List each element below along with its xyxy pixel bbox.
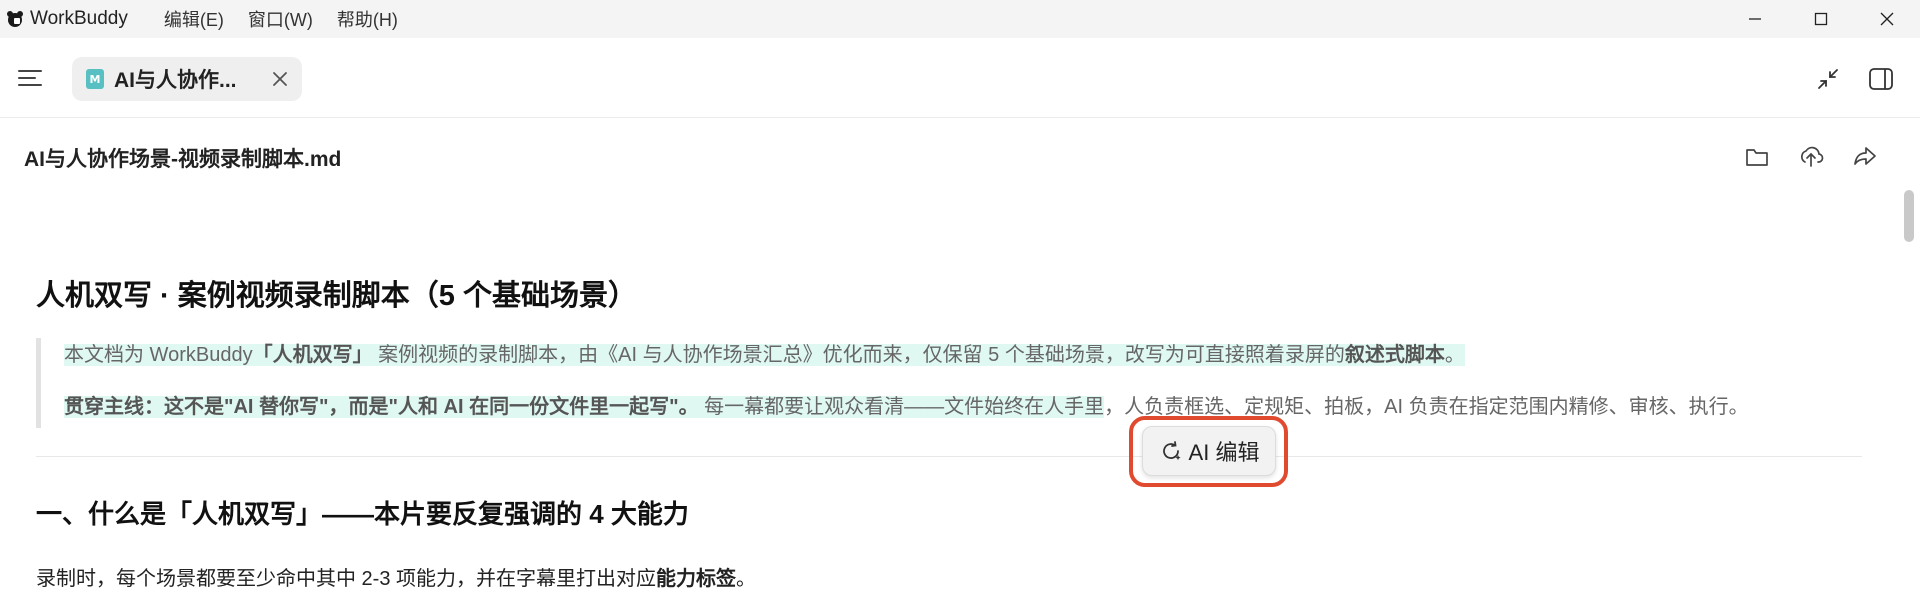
quote-bold: 叙述式脚本	[1344, 344, 1445, 366]
quote-text: 案例视频的录制脚本，由《AI 与人协作场景汇总》优化而来，仅保留 5 个基础场景…	[372, 344, 1345, 366]
side-panel-toggle-button[interactable]	[1868, 66, 1894, 92]
quote-text: 本文档为 WorkBuddy	[64, 344, 253, 366]
quote-bold: 贯穿主线：这不是"AI 替你写"，而是"人和 AI 在同一份文件里一起写"。	[64, 396, 699, 418]
paragraph-text: 录制时，每个场景都要至少命中其中 2-3 项能力，并在字幕里打出对应	[36, 568, 657, 590]
folder-icon	[1746, 149, 1768, 166]
quote-text: 每一幕都要让观众看清——文件始终在人手里	[698, 396, 1105, 418]
refresh-sparkle-icon	[1162, 441, 1181, 461]
maximize-icon	[1814, 12, 1828, 26]
collapse-button[interactable]	[1815, 66, 1841, 92]
title-bar: WorkBuddy 编辑(E) 窗口(W) 帮助(H)	[0, 0, 1920, 38]
close-window-button[interactable]	[1854, 0, 1920, 38]
close-icon	[1880, 12, 1894, 26]
section-heading: 一、什么是「人机双写」——本片要反复强调的 4 大能力	[36, 499, 689, 529]
quote-bold: 「人机双写」	[252, 344, 373, 366]
markdown-file-icon: M	[86, 69, 104, 89]
document-tab[interactable]: M AI与人协作...	[72, 57, 302, 101]
collapse-arrows-icon	[1818, 69, 1838, 89]
share-arrow-icon	[1854, 147, 1876, 165]
document-heading: 人机双写 · 案例视频录制脚本（5 个基础场景）	[36, 280, 637, 312]
cloud-upload-icon	[1801, 146, 1824, 167]
side-panel-icon	[1869, 68, 1893, 90]
menu-bar: 编辑(E) 窗口(W) 帮助(H)	[152, 6, 410, 32]
paragraph-text: 。	[736, 568, 757, 590]
vertical-scrollbar[interactable]	[1904, 190, 1914, 242]
blockquote-line-1[interactable]: 本文档为 WorkBuddy「人机双写」 案例视频的录制脚本，由《AI 与人协作…	[64, 338, 1465, 372]
minimize-button[interactable]	[1722, 0, 1788, 38]
tab-title: AI与人协作...	[114, 69, 237, 92]
open-folder-button[interactable]	[1743, 142, 1771, 170]
maximize-button[interactable]	[1788, 0, 1854, 38]
sidebar-toggle-button[interactable]	[18, 68, 42, 88]
quote-text: 。	[1444, 344, 1465, 366]
paragraph[interactable]: 录制时，每个场景都要至少命中其中 2-3 项能力，并在字幕里打出对应能力标签。	[36, 562, 756, 591]
tab-close-button[interactable]	[270, 69, 290, 89]
ai-edit-button[interactable]: AI 编辑	[1142, 426, 1276, 476]
file-header: AI与人协作场景-视频录制脚本.md	[0, 118, 1920, 194]
menu-help[interactable]: 帮助(H)	[325, 6, 410, 32]
blockquote-bar	[36, 338, 41, 428]
tab-bar: M AI与人协作...	[0, 38, 1920, 118]
app-logo-icon	[4, 8, 26, 30]
window-controls	[1722, 0, 1920, 38]
menu-edit[interactable]: 编辑(E)	[152, 6, 236, 32]
hamburger-menu-icon	[18, 70, 42, 86]
quote-text: ，人负责框选、定规矩、拍板，AI 负责在指定范围内精修、审核、执行。	[1104, 396, 1749, 418]
file-name: AI与人协作场景-视频录制脚本.md	[24, 148, 342, 171]
share-button[interactable]	[1851, 142, 1879, 170]
blockquote-line-2[interactable]: 贯穿主线：这不是"AI 替你写"，而是"人和 AI 在同一份文件里一起写"。 每…	[64, 390, 1749, 424]
upload-button[interactable]	[1797, 142, 1825, 170]
divider	[36, 456, 1862, 457]
app-name: WorkBuddy	[30, 8, 128, 29]
document-content: 人机双写 · 案例视频录制脚本（5 个基础场景） 本文档为 WorkBuddy「…	[0, 194, 1900, 614]
paragraph-bold: 能力标签	[656, 568, 737, 590]
ai-edit-label: AI 编辑	[1188, 440, 1260, 465]
menu-window[interactable]: 窗口(W)	[236, 6, 325, 32]
minimize-icon	[1749, 18, 1761, 20]
close-icon	[273, 72, 287, 86]
